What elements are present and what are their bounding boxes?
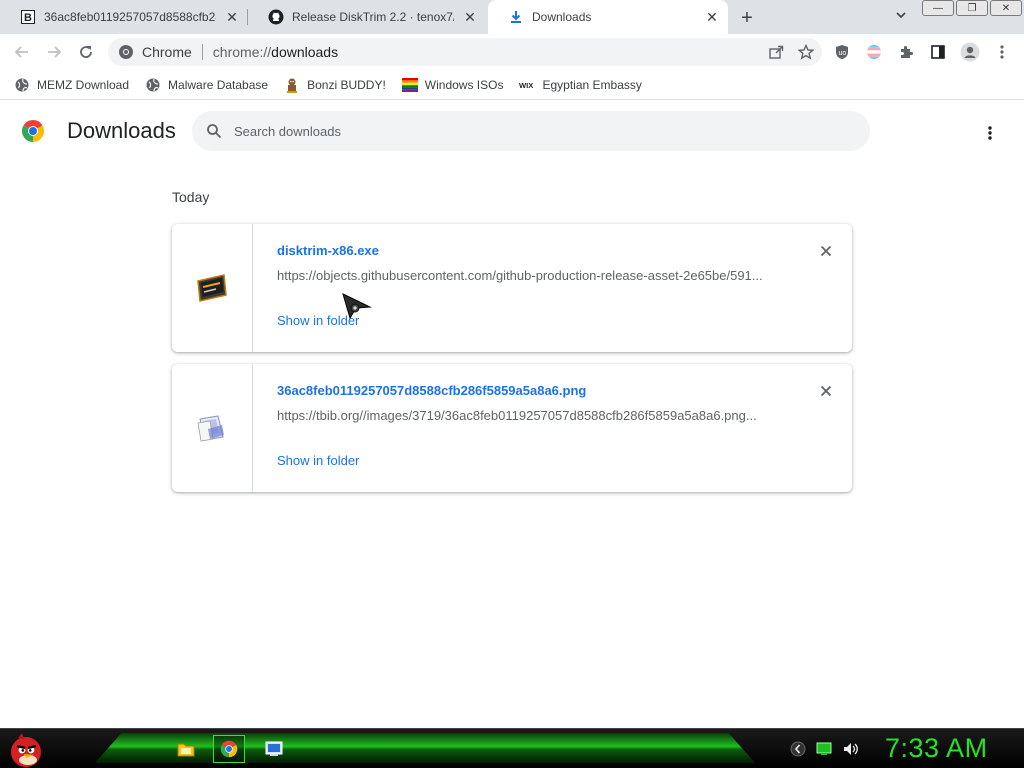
network-icon[interactable] [816, 741, 832, 762]
download-item: disktrim-x86.exe https://objects.githubu… [172, 224, 852, 352]
download-file-icon-column [172, 224, 253, 352]
search-downloads-box[interactable] [192, 111, 870, 151]
github-icon [268, 9, 284, 25]
remove-download-icon[interactable] [816, 381, 836, 401]
date-section-label: Today [172, 189, 210, 205]
chrome-menu-icon[interactable] [990, 40, 1014, 64]
window-controls: — ❐ ✕ [922, 0, 1022, 16]
chrome-site-chip[interactable]: Chrome [118, 44, 192, 60]
volume-icon[interactable] [842, 741, 860, 762]
chrome-mono-icon [119, 45, 133, 59]
ublock-icon[interactable]: uo [830, 40, 854, 64]
search-downloads-input[interactable] [234, 123, 834, 139]
url-host: downloads [271, 44, 339, 60]
taskbar: 7:33 AM [0, 728, 1024, 768]
restore-button[interactable]: ❐ [956, 0, 988, 16]
browser-toolbar: Chrome chrome://downloads uo [0, 34, 1024, 70]
wix-icon: WIX [519, 77, 535, 93]
tab-title: 36ac8feb0119257057d8588cfb286f5859a5a8a6… [44, 10, 216, 24]
page-title: Downloads [67, 118, 176, 143]
reload-button[interactable] [74, 40, 98, 64]
tray-chevron-icon[interactable] [790, 741, 806, 762]
url-scheme: chrome:// [212, 44, 272, 60]
tab-search-chevron-icon[interactable] [895, 9, 911, 25]
svg-text:B: B [24, 12, 32, 24]
download-item: 36ac8feb0119257057d8588cfb286f5859a5a8a6… [172, 364, 852, 492]
share-icon[interactable] [768, 44, 784, 63]
tab-downloads[interactable]: Downloads ✕ [488, 0, 728, 34]
trans-flag-extension-icon[interactable] [862, 40, 886, 64]
chrome-taskbar-icon[interactable] [213, 735, 245, 763]
tab-strip: B 36ac8feb0119257057d8588cfb286f5859a5a8… [0, 0, 1024, 34]
tab-title: Downloads [532, 10, 592, 24]
tab-title: Release DiskTrim 2.2 · tenox7/disktrim [292, 10, 454, 24]
new-tab-button[interactable]: + [736, 7, 758, 29]
bookmark-memz[interactable]: MEMZ Download [14, 77, 129, 93]
tab-image[interactable]: B 36ac8feb0119257057d8588cfb286f5859a5a8… [0, 0, 248, 34]
bookmarks-bar: MEMZ Download Malware Database Bonzi BUD… [0, 70, 1024, 100]
bookmark-label: MEMZ Download [37, 77, 130, 92]
bookmark-label: Bonzi BUDDY! [307, 77, 386, 92]
globe-icon [14, 77, 30, 93]
downloads-header: Downloads [0, 101, 1024, 161]
search-icon [194, 123, 234, 139]
mouse-cursor-icon [342, 293, 372, 319]
download-source-url[interactable]: https://tbib.org//images/3719/36ac8feb01… [277, 408, 772, 423]
svg-text:uo: uo [839, 50, 847, 57]
downloads-more-actions-icon[interactable] [978, 121, 1002, 145]
file-explorer-taskbar-icon[interactable] [170, 735, 202, 763]
omnibox-separator [201, 44, 203, 60]
close-window-button[interactable]: ✕ [990, 0, 1022, 16]
downloads-page: Downloads Today disktr [0, 101, 1024, 728]
bookmark-egyptian-embassy[interactable]: WIX Egyptian Embassy [519, 77, 641, 93]
close-tab-icon[interactable]: ✕ [462, 9, 478, 25]
bookmark-label: Egyptian Embassy [542, 77, 642, 92]
download-arrow-icon [508, 9, 524, 25]
bookmark-b-icon: B [20, 9, 36, 25]
bookmark-star-icon[interactable] [797, 43, 815, 63]
tab-github[interactable]: Release DiskTrim 2.2 · tenox7/disktrim ✕ [248, 0, 486, 34]
angry-bird-start-icon[interactable] [6, 730, 46, 768]
bookmark-label: Windows ISOs [424, 77, 504, 92]
puzzle-extensions-icon[interactable] [894, 40, 918, 64]
svg-text:WIX: WIX [519, 81, 533, 90]
screen-app-taskbar-icon[interactable] [258, 735, 290, 763]
exe-file-icon [197, 274, 227, 302]
globe-icon [145, 77, 161, 93]
chrome-logo-icon [21, 120, 45, 142]
system-tray [790, 741, 860, 762]
rainbow-flag-icon [401, 77, 418, 93]
forward-button[interactable] [42, 40, 66, 64]
site-chip-label: Chrome [142, 44, 192, 60]
download-file-icon-column [172, 364, 253, 492]
taskbar-clock[interactable]: 7:33 AM [885, 733, 988, 764]
close-tab-icon[interactable]: ✕ [224, 9, 240, 25]
bonzi-icon [284, 77, 300, 93]
download-source-url[interactable]: https://objects.githubusercontent.com/gi… [277, 268, 772, 283]
side-panel-icon[interactable] [926, 40, 950, 64]
bookmark-windows-isos[interactable]: Windows ISOs [401, 77, 504, 93]
download-filename-link[interactable]: 36ac8feb0119257057d8588cfb286f5859a5a8a6… [277, 383, 586, 398]
image-file-icon [197, 415, 224, 442]
profile-avatar-icon[interactable] [958, 40, 982, 64]
bookmark-label: Malware Database [168, 77, 269, 92]
remove-download-icon[interactable] [816, 241, 836, 261]
minimize-button[interactable]: — [922, 0, 954, 16]
back-button[interactable] [10, 40, 34, 64]
bookmark-bonzi-buddy[interactable]: Bonzi BUDDY! [284, 77, 386, 93]
download-filename-link[interactable]: disktrim-x86.exe [277, 243, 379, 258]
show-in-folder-link[interactable]: Show in folder [277, 453, 359, 468]
address-bar[interactable]: Chrome chrome://downloads [108, 38, 822, 66]
bookmark-malware-database[interactable]: Malware Database [145, 77, 268, 93]
close-tab-icon[interactable]: ✕ [704, 9, 720, 25]
